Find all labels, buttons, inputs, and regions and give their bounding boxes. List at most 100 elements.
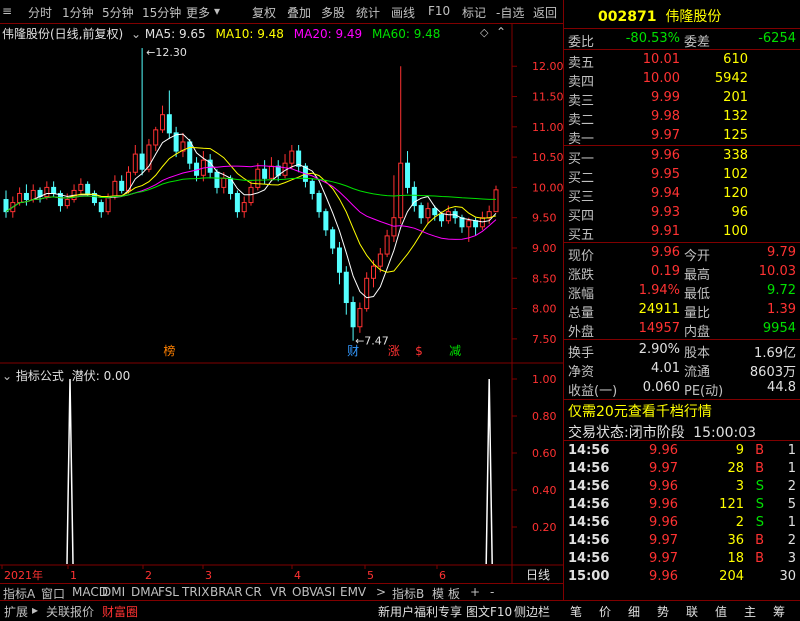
tick-row: 14:56 9.96 121 S 5 [564,496,800,514]
ind-tab[interactable]: BRAR [210,585,243,599]
stat-value: 2.90% [638,342,680,357]
weicha-value: -6254 [758,31,796,46]
add-button[interactable]: + [470,585,480,599]
tick-row: 14:56 9.96 2 S 1 [564,514,800,532]
ind-tab[interactable]: OBV [292,585,318,599]
ind-tab[interactable]: ASI [316,585,335,599]
sidebar-link[interactable]: 侧边栏 [514,603,550,620]
action-button[interactable]: 叠加 [287,4,311,21]
expand-arrow-icon[interactable]: ▸ [32,603,38,617]
f10-link[interactable]: 图文F10 [466,603,512,620]
quote-stat-row: 收益(一) 0.060 PE(动) 44.8 [564,379,800,399]
action-button[interactable]: 多股 [321,4,345,21]
book-price: 9.93 [651,205,680,220]
side-tab-6[interactable]: 主 [744,603,756,620]
action-button[interactable]: 复权 [252,4,276,21]
ind-tab[interactable]: FSL [158,585,179,599]
sell-level-row[interactable]: 卖三 9.99 201 [564,89,800,109]
candle-body [214,171,220,188]
stat-value: 1.94% [638,283,680,298]
ind-tab[interactable]: EMV [340,585,366,599]
period-label[interactable]: 日线 [526,568,550,582]
tick-volume: 2 [735,515,744,530]
period-tab-more[interactable]: 更多 [186,4,210,21]
promo-new-user[interactable]: 新用户福利专享 [378,603,462,620]
buy-level-row[interactable]: 买一 9.96 338 [564,147,800,167]
event-marker[interactable]: 财 [347,344,359,358]
y-tick-label: 8.50 [532,272,557,285]
sell-level-row[interactable]: 卖一 9.97 125 [564,127,800,147]
ind-tab-next[interactable]: > [376,585,386,599]
sell-level-row[interactable]: 卖四 10.00 5942 [564,70,800,90]
ind-tab[interactable]: VR [270,585,287,599]
event-marker[interactable]: 减 [449,344,461,358]
action-button[interactable]: 统计 [356,4,380,21]
period-tab[interactable]: 5分钟 [102,4,134,21]
side-tab-0[interactable]: 笔 [570,603,582,620]
tick-count: 30 [779,569,796,584]
bottom-tab-expand[interactable]: 扩展 [4,603,28,620]
tick-price: 9.96 [649,515,678,530]
sell-level-row[interactable]: 卖二 9.98 132 [564,108,800,128]
candle-body [316,192,322,213]
action-button[interactable]: 返回 [533,4,557,21]
sell-level-row[interactable]: 卖五 10.01 610 [564,51,800,71]
action-button[interactable]: 画线 [391,4,415,21]
side-tab-4[interactable]: 联 [686,603,698,620]
side-tab-2[interactable]: 细 [628,603,640,620]
stat-label: 最高 [684,268,711,283]
buy-level-row[interactable]: 买二 9.95 102 [564,166,800,186]
ind-tab[interactable]: DMI [102,585,125,599]
ind-tab[interactable]: TRIX [182,585,209,599]
action-button[interactable]: F10 [428,4,450,18]
event-marker[interactable]: 榜 [163,343,175,358]
action-button[interactable]: -自选 [496,4,524,21]
low-marker: ←7.47 [355,335,389,348]
tick-time: 14:56 [568,443,610,458]
candle-body [473,220,479,228]
x-tick-label: 2021年 [4,568,43,582]
book-volume: 120 [723,186,748,201]
kline-chart[interactable]: 12.0011.5011.0010.5010.009.509.008.508.0… [0,24,563,584]
dropdown-icon[interactable]: ▾ [214,4,220,18]
ind-tab[interactable]: CR [245,585,262,599]
side-tab-5[interactable]: 值 [715,603,727,620]
side-tab-1[interactable]: 价 [599,603,611,620]
tick-volume: 3 [735,479,744,494]
ind-tab[interactable]: DMA [131,585,159,599]
stat-label: 今开 [684,249,711,264]
stock-code: 002871 [598,9,657,25]
stat-label: 流通 [684,365,711,380]
stat-label: 涨跌 [568,268,595,283]
bottom-tab-wealth[interactable]: 财富圈 [102,603,138,620]
buy-level-row[interactable]: 买五 9.91 100 [564,223,800,243]
remove-button[interactable]: - [490,585,494,599]
stat-value: 14957 [638,321,680,336]
tick-row: 14:56 9.97 28 B 1 [564,460,800,478]
period-tab[interactable]: 15分钟 [142,4,181,21]
period-tab[interactable]: 分时 [28,4,52,21]
menu-icon[interactable]: ≡ [2,4,12,18]
event-marker[interactable]: $ [415,344,423,358]
ind-y-tick-label: 0.80 [532,410,557,423]
candle-body [425,208,431,219]
tick-price: 9.96 [649,443,678,458]
promo-link[interactable]: 仅需20元查看千档行情 [568,401,712,421]
period-tab[interactable]: 1分钟 [62,4,94,21]
candle-body [371,265,376,279]
tick-price: 9.96 [649,479,678,494]
ind-y-tick-label: 0.60 [532,447,557,460]
buy-level-row[interactable]: 买四 9.93 96 [564,204,800,224]
indicator-spike [66,378,74,565]
bottom-tab-related[interactable]: 关联报价 [46,603,94,620]
side-tab-7[interactable]: 筹 [773,603,785,620]
action-button[interactable]: 标记 [462,4,486,21]
book-volume: 96 [731,205,748,220]
y-tick-label: 8.00 [532,303,557,316]
candle-body [377,253,383,267]
trade-status-value: 闭市阶段 [628,425,685,441]
event-marker[interactable]: 涨 [388,343,400,358]
side-tab-3[interactable]: 势 [657,603,669,620]
candle-body [44,186,50,197]
buy-level-row[interactable]: 买三 9.94 120 [564,185,800,205]
